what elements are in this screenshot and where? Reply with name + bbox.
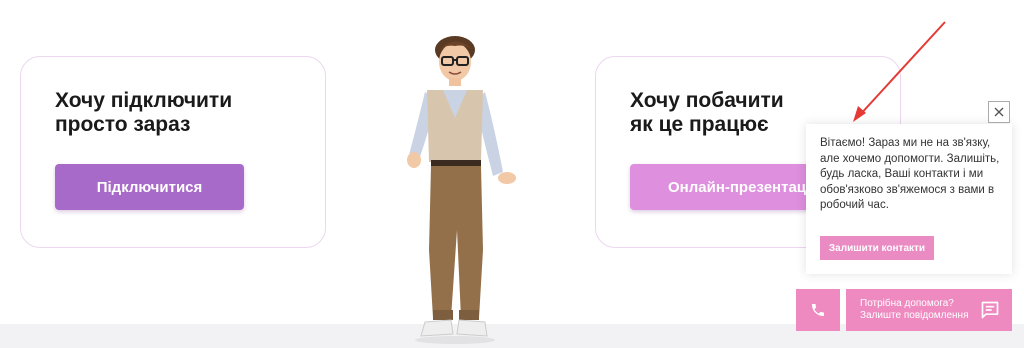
chat-offline-message: Вітаємо! Зараз ми не на зв'язку, але хоч…: [820, 137, 1000, 211]
help-message-widget[interactable]: Потрібна допомога? Залиште повідомлення: [846, 289, 1012, 331]
help-line-leave-message: Залиште повідомлення: [860, 310, 969, 321]
connect-button[interactable]: Підключитися: [55, 164, 244, 210]
connect-now-title: Хочу підключити просто зараз: [55, 89, 233, 136]
phone-icon: [812, 304, 824, 316]
character-illustration: [407, 36, 516, 344]
chat-bubble-icon: [981, 301, 999, 319]
leave-contacts-button[interactable]: Залишити контакти: [820, 236, 934, 260]
close-icon[interactable]: [988, 101, 1010, 123]
see-how-it-works-title: Хочу побачити як це працює: [630, 89, 784, 136]
chat-offline-popup: Вітаємо! Зараз ми не на зв'язку, але хоч…: [806, 124, 1012, 274]
online-presentation-button[interactable]: Онлайн-презентація: [630, 164, 830, 210]
connect-now-card: Хочу підключити просто зараз Підключитис…: [20, 56, 326, 248]
help-line-question: Потрібна допомога?: [860, 298, 954, 309]
phone-button[interactable]: [796, 289, 840, 331]
